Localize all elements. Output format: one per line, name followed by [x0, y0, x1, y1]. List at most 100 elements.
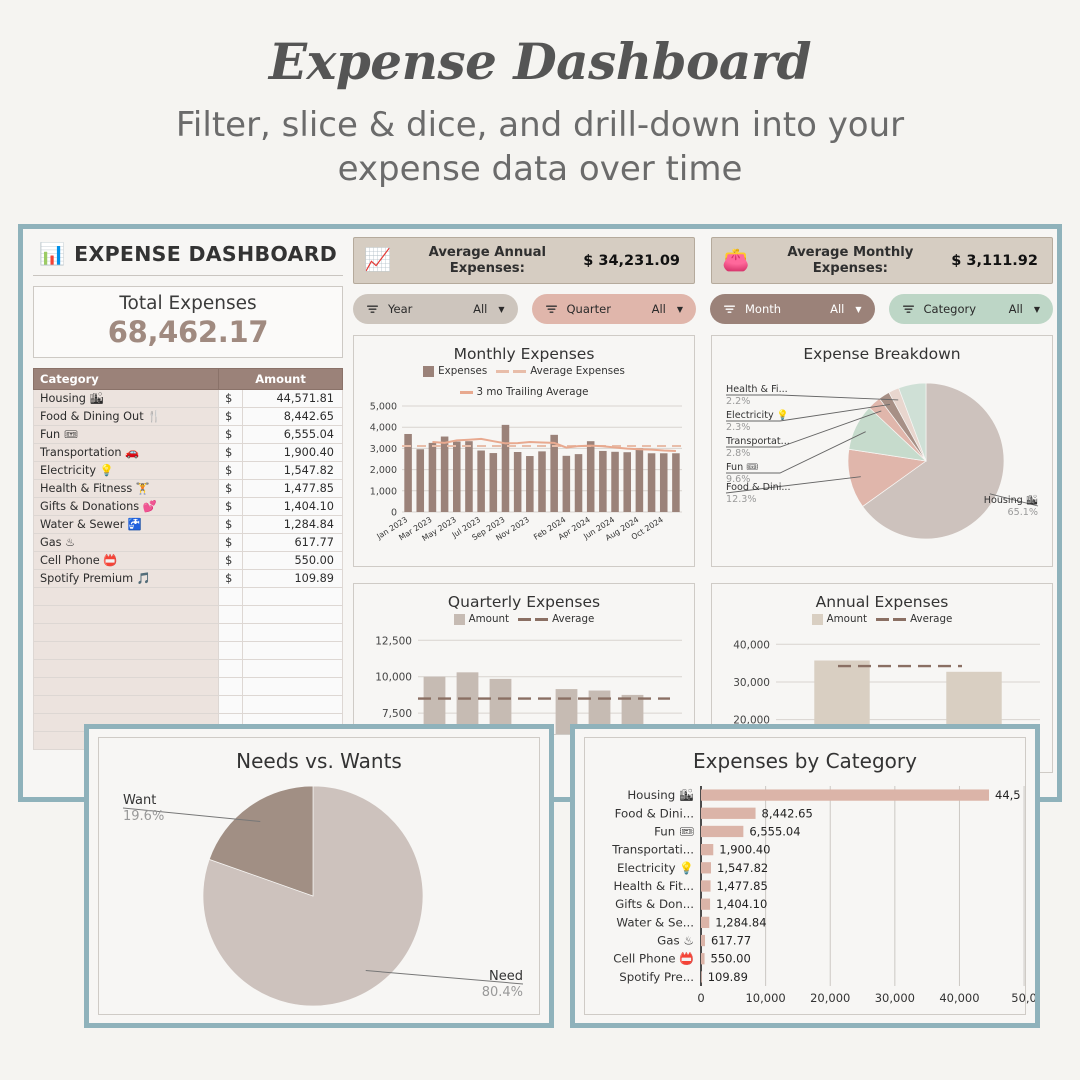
cell-amount: 1,284.84 [242, 515, 343, 534]
kpi-card-annual: 📈 Average Annual Expenses: $ 34,231.09 [353, 237, 695, 285]
table-row[interactable]: Cell Phone 📛 $550.00 [32, 551, 343, 570]
chart-needs-vs-wants: Want19.6% Need80.4% [122, 785, 524, 1007]
kpi-label-monthly: Average Monthly Expenses: [787, 245, 914, 276]
data-label: 6,555.04 [749, 824, 800, 838]
bar [701, 953, 705, 965]
pie-percent: 2.3% [726, 422, 750, 433]
cell-currency: $ [218, 479, 244, 498]
bar [701, 825, 744, 838]
filter-value: All [473, 302, 488, 317]
kpi-label-annual: Average Annual Expenses: [428, 245, 547, 276]
svg-text:30,000: 30,000 [733, 677, 770, 689]
table-row[interactable]: Housing 🏙 $44,571.81 [32, 389, 343, 408]
cell-amount: 1,900.40 [242, 443, 343, 462]
svg-text:7,500: 7,500 [382, 708, 412, 720]
bar [672, 453, 680, 513]
pie-label: Need [489, 969, 523, 984]
category-label: Health & Fit... [613, 879, 694, 893]
bar [416, 449, 425, 513]
svg-text:1,000: 1,000 [370, 486, 397, 497]
cell-category: Spotify Premium 🎵 [32, 569, 220, 588]
filter-name: Quarter [566, 302, 611, 317]
svg-text:10,000: 10,000 [375, 672, 412, 684]
filter-row: Year All ▼ Quarter All ▼ Month All ▼ Category All ▼ [353, 294, 1053, 325]
bar [501, 425, 510, 513]
table-row-empty [32, 641, 343, 660]
bar [611, 451, 619, 513]
table-row[interactable]: Electricity 💡 $1,547.82 [32, 461, 343, 480]
brand-header: 📊 EXPENSE DASHBOARD [33, 237, 343, 276]
data-label: 550.00 [711, 952, 751, 966]
kpi-card-monthly: 👛 Average Monthly Expenses: $ 3,111.92 [711, 237, 1053, 285]
filter-category[interactable]: Category All ▼ [888, 294, 1053, 325]
chart-title-monthly: Monthly Expenses [453, 345, 595, 364]
category-label: Fun 🎟 [654, 824, 694, 838]
chevron-down-icon[interactable]: ▼ [498, 305, 504, 314]
legend-line-avg-q-b [535, 617, 549, 621]
bar [526, 456, 534, 513]
bar [701, 807, 756, 819]
category-label: Food & Dini... [615, 806, 694, 820]
filter-year[interactable]: Year All ▼ [353, 294, 518, 325]
panel-expense-breakdown: Expense Breakdown Health & Fi... 2.2% Elec… [711, 335, 1053, 568]
pie-percent: 2.8% [726, 448, 750, 459]
column-header-category: Category [32, 368, 220, 390]
bar [701, 934, 705, 947]
filter-month[interactable]: Month All ▼ [710, 294, 875, 325]
table-row[interactable]: Gifts & Donations 💕 $1,404.10 [32, 497, 343, 516]
svg-text:0: 0 [391, 508, 397, 519]
chart-expense-breakdown: Health & Fi...2.2% Electricity 💡2.3% Trans… [725, 382, 1039, 540]
table-row[interactable]: Food & Dining Out 🍴 $8,442.65 [32, 407, 343, 426]
table-row[interactable]: Fun 🎟 $6,555.04 [32, 425, 343, 444]
x-tick-label: 10,000 [745, 991, 785, 1005]
table-row[interactable]: Health & Fitness 🏋 $1,477.85 [32, 479, 343, 498]
filter-name: Month [745, 302, 782, 317]
pie-label: Food & Dini... [726, 482, 791, 493]
cell-amount: 550.00 [242, 551, 343, 570]
legend-line-avg-b [513, 369, 527, 373]
legend-line-avg-a [496, 369, 510, 373]
chevron-down-icon[interactable]: ▼ [855, 305, 861, 314]
bar [513, 452, 522, 513]
table-row[interactable]: Spotify Premium 🎵 $109.89 [32, 569, 343, 588]
bar [623, 452, 631, 513]
cell-category: Health & Fitness 🏋 [32, 479, 220, 498]
table-row[interactable]: Gas ♨ $617.77 [32, 533, 343, 552]
bar [440, 436, 449, 513]
cell-amount: 6,555.04 [242, 425, 343, 444]
legend-label-amount-q: Amount [468, 613, 510, 626]
bar [599, 451, 607, 513]
legend-swatch-amount-q [453, 613, 465, 625]
category-label: Spotify Pre... [619, 970, 694, 984]
cell-category: Gifts & Donations 💕 [32, 497, 220, 516]
table-row[interactable]: Water & Sewer 🚰 $1,284.84 [32, 515, 343, 534]
data-label: 617.77 [711, 934, 751, 948]
legend-line-avg-a-a [876, 617, 890, 621]
bar [701, 898, 711, 910]
table-row-empty [32, 623, 343, 642]
chevron-down-icon[interactable]: ▼ [1034, 305, 1040, 314]
svg-text:5,000: 5,000 [370, 402, 397, 413]
cell-category: Transportation 🚗 [32, 443, 220, 462]
bar [635, 448, 644, 513]
table-row[interactable]: Transportation 🚗 $1,900.40 [32, 443, 343, 462]
growth-chart-icon: 📈 [364, 247, 392, 273]
bar [453, 441, 461, 513]
cell-category: Housing 🏙 [32, 389, 220, 408]
bar [701, 880, 711, 892]
wallet-icon: 👛 [722, 247, 750, 273]
chart-monthly-expenses: 01,0002,0003,0004,0005,000Jan 2023Mar 20… [370, 402, 682, 543]
kpi-value-monthly: $ 3,111.92 [951, 252, 1038, 269]
panel-quarterly-expenses: Quarterly Expenses Amount Average 5,0007… [353, 583, 695, 736]
table-row-empty [32, 677, 343, 696]
filter-value: All [1008, 302, 1023, 317]
svg-text:4,000: 4,000 [370, 423, 397, 434]
chart-title-by-category: Expenses by Category [693, 749, 917, 773]
pie-label: Want [123, 793, 156, 808]
cell-currency: $ [218, 389, 244, 408]
svg-text:2,000: 2,000 [370, 465, 397, 476]
x-tick-label: 20,000 [810, 991, 850, 1005]
filter-quarter[interactable]: Quarter All ▼ [531, 294, 696, 325]
pie-label: Housing 🏙 [984, 494, 1038, 506]
chevron-down-icon[interactable]: ▼ [677, 305, 683, 314]
